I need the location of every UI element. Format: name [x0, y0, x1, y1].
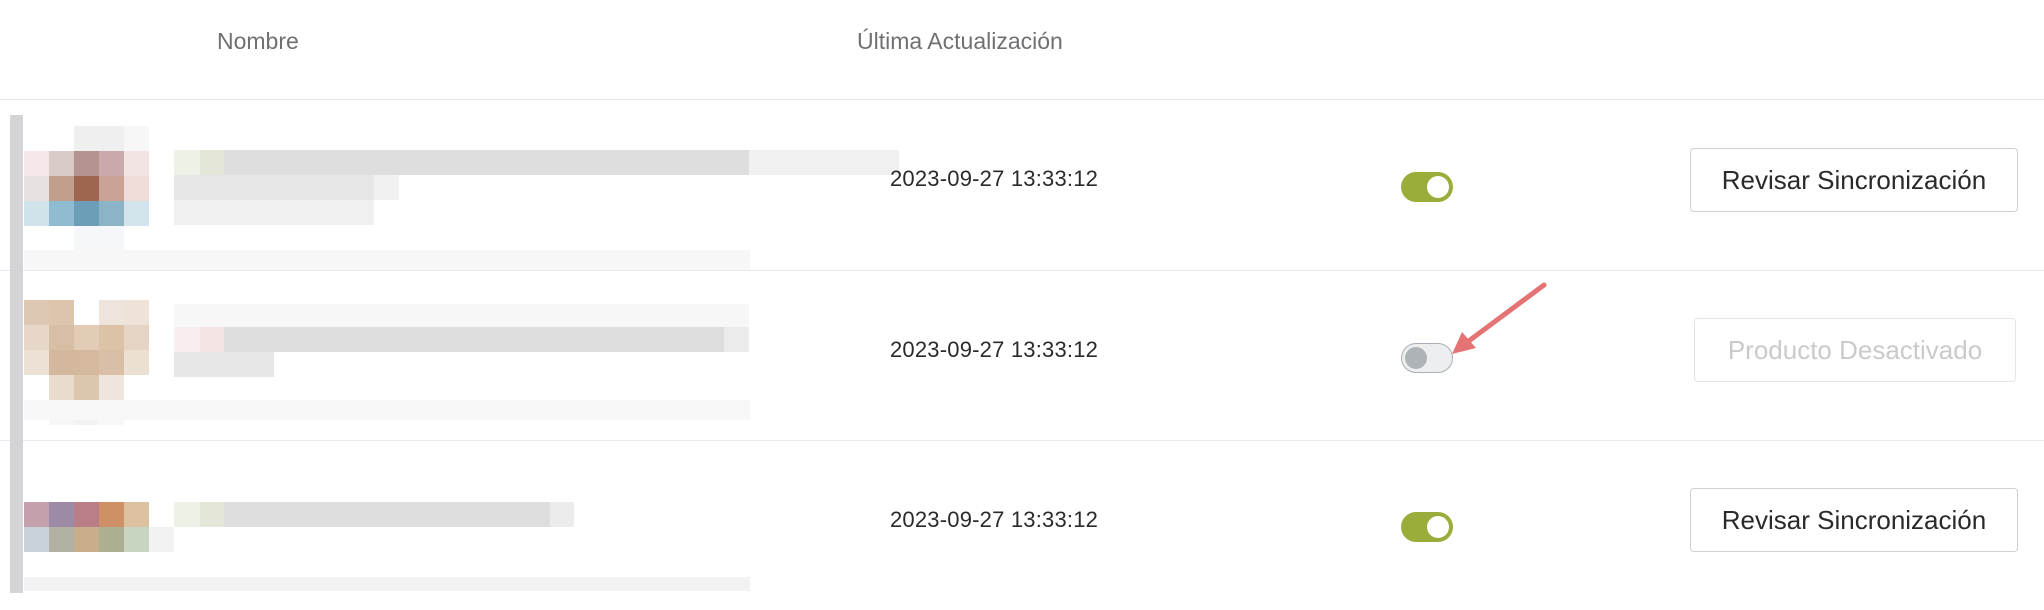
last-update-date: 2023-09-27 13:33:12: [890, 166, 1099, 191]
review-sync-button[interactable]: Revisar Sincronización: [1690, 148, 2018, 212]
product-active-toggle[interactable]: [1401, 512, 1453, 542]
toggle-knob: [1427, 176, 1449, 198]
last-update-date: 2023-09-27 13:33:12: [890, 337, 1099, 362]
column-header-last-update: Última Actualización: [857, 28, 1063, 54]
column-header-name: Nombre: [217, 28, 299, 54]
toggle-knob: [1427, 516, 1449, 538]
product-active-toggle[interactable]: [1401, 172, 1453, 202]
last-update-date: 2023-09-27 13:33:12: [890, 507, 1099, 532]
row-selection-bar: [10, 115, 23, 593]
review-sync-button[interactable]: Revisar Sincronización: [1690, 488, 2018, 552]
annotation-arrow-icon: [1452, 282, 1547, 354]
table-header: Nombre Última Actualización: [0, 0, 2044, 100]
toggle-knob: [1405, 346, 1427, 369]
product-disabled-button: Producto Desactivado: [1694, 318, 2016, 382]
